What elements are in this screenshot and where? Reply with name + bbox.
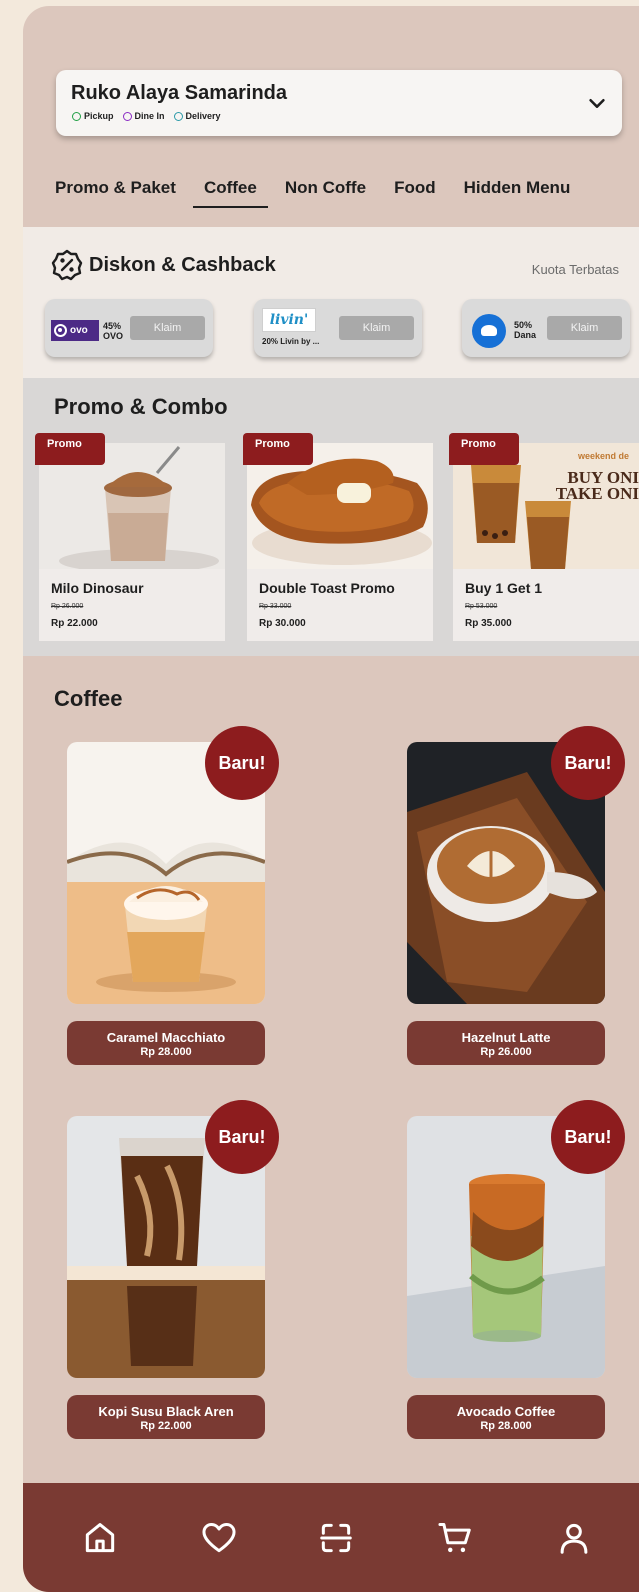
promo-tag: Promo [243, 433, 313, 465]
category-tabs: Promo & Paket Coffee Non Coffe Food Hidd… [55, 178, 598, 208]
scan-icon[interactable] [317, 1519, 355, 1557]
promo-price: Rp 35.000 [465, 618, 512, 629]
product-name: Caramel Macchiato [106, 1030, 226, 1045]
klaim-button-ovo[interactable]: Klaim [130, 316, 205, 340]
promo-old-price: Rp 33.000 [259, 603, 292, 610]
product-label: Caramel Macchiato Rp 28.000 [67, 1021, 265, 1065]
product-price: Rp 26.000 [480, 1046, 532, 1058]
product-price: Rp 28.000 [140, 1046, 192, 1058]
coffee-section-title: Coffee [54, 686, 123, 711]
tab-food[interactable]: Food [394, 178, 436, 208]
tab-non-coffe[interactable]: Non Coffe [285, 178, 366, 208]
klaim-button-livin[interactable]: Klaim [339, 316, 414, 340]
tab-coffee[interactable]: Coffee [192, 178, 268, 208]
promo-tag: Promo [449, 433, 519, 465]
mode-dine-in[interactable]: Dine In [122, 111, 165, 121]
product-name: Kopi Susu Black Aren [98, 1404, 234, 1419]
mode-pickup[interactable]: Pickup [72, 111, 114, 121]
product-price: Rp 28.000 [480, 1420, 532, 1432]
discount-section: Diskon & Cashback Kuota Terbatas ovo 45%… [23, 227, 639, 379]
user-icon[interactable] [555, 1519, 593, 1557]
product-price: Rp 22.000 [140, 1420, 192, 1432]
promo-card-buy1get1[interactable]: Promo weekend de BUY ONI TAKE ONI Buy 1 … [449, 433, 639, 641]
new-badge: Baru! [551, 726, 625, 800]
promo-section-title: Promo & Combo [54, 394, 228, 419]
product-name: Avocado Coffee [456, 1404, 556, 1419]
product-label: Avocado Coffee Rp 28.000 [407, 1395, 605, 1439]
promo-name: Milo Dinosaur [51, 580, 144, 596]
coffee-card-kopi-susu-black-aren[interactable]: Baru! Kopi Susu Black Aren Rp 22.000 [67, 1100, 279, 1439]
home-icon[interactable] [81, 1519, 119, 1557]
dana-logo-icon [472, 314, 506, 348]
promo-card-milo[interactable]: Promo Milo Dinosaur Rp 26.000 Rp 22.000 [35, 433, 225, 641]
discount-title: Diskon & Cashback [89, 253, 276, 276]
tab-promo-paket[interactable]: Promo & Paket [55, 178, 176, 208]
promo-old-price: Rp 26.000 [51, 603, 84, 610]
new-badge: Baru! [205, 726, 279, 800]
promo-price: Rp 22.000 [51, 618, 98, 629]
promo-image-text: weekend de [577, 451, 629, 461]
bottom-nav [23, 1483, 639, 1592]
chevron-down-icon[interactable] [586, 92, 608, 114]
klaim-button-dana[interactable]: Klaim [547, 316, 622, 340]
new-badge: Baru! [551, 1100, 625, 1174]
promo-tag: Promo [35, 433, 105, 465]
promo-name: Buy 1 Get 1 [465, 580, 543, 596]
promo-card-double-toast[interactable]: Promo Double Toast Promo Rp 33.000 Rp 30… [243, 433, 433, 641]
product-label: Hazelnut Latte Rp 26.000 [407, 1021, 605, 1065]
ovo-logo: ovo [51, 320, 99, 341]
coffee-card-caramel-macchiato[interactable]: Baru! Caramel Macchiato Rp 28.000 [67, 726, 279, 1065]
cart-icon[interactable] [436, 1519, 474, 1557]
percent-badge-icon [51, 249, 83, 281]
promo-combo-section: Promo & Combo Promo Milo Dinosaur Rp 26.… [23, 378, 639, 656]
coffee-card-avocado-coffee[interactable]: Baru! Avocado Coffee Rp 28.000 [407, 1100, 625, 1439]
quota-note: Kuota Terbatas [531, 262, 619, 277]
promo-name: Double Toast Promo [259, 580, 395, 596]
livin-offer: 20% Livin by ... [262, 337, 320, 346]
pickup-dot-icon [72, 111, 81, 121]
coffee-card-hazelnut-latte[interactable]: Baru! Hazelnut Latte Rp 26.000 [407, 726, 625, 1065]
livin-logo: livin' [262, 308, 316, 332]
location-name: Ruko Alaya Samarinda [71, 82, 288, 104]
voucher-dana: 50% Dana Klaim [462, 299, 630, 357]
dana-offer: 50% Dana [514, 320, 537, 340]
heart-icon[interactable] [200, 1519, 238, 1557]
tab-hidden-menu[interactable]: Hidden Menu [464, 178, 571, 208]
product-name: Hazelnut Latte [461, 1030, 551, 1045]
voucher-ovo: ovo 45% OVO Klaim [45, 299, 213, 357]
new-badge: Baru! [205, 1100, 279, 1174]
ovo-ring-icon [54, 324, 67, 337]
delivery-dot-icon [173, 111, 183, 121]
ovo-offer: 45% OVO [103, 321, 124, 341]
promo-image-text: TAKE ONI [556, 484, 639, 503]
mode-delivery[interactable]: Delivery [173, 111, 221, 121]
app-screen: Ruko Alaya Samarinda Pickup Dine In Deli… [23, 6, 639, 1592]
voucher-livin: livin' 20% Livin by ... Klaim [254, 299, 422, 357]
promo-price: Rp 30.000 [259, 618, 306, 629]
location-selector[interactable]: Ruko Alaya Samarinda Pickup Dine In Deli… [56, 70, 622, 136]
promo-old-price: Rp 53.000 [465, 603, 498, 610]
discount-header: Diskon & Cashback [51, 249, 276, 281]
dine-in-dot-icon [122, 111, 132, 121]
product-label: Kopi Susu Black Aren Rp 22.000 [67, 1395, 265, 1439]
order-modes: Pickup Dine In Delivery [72, 111, 221, 121]
